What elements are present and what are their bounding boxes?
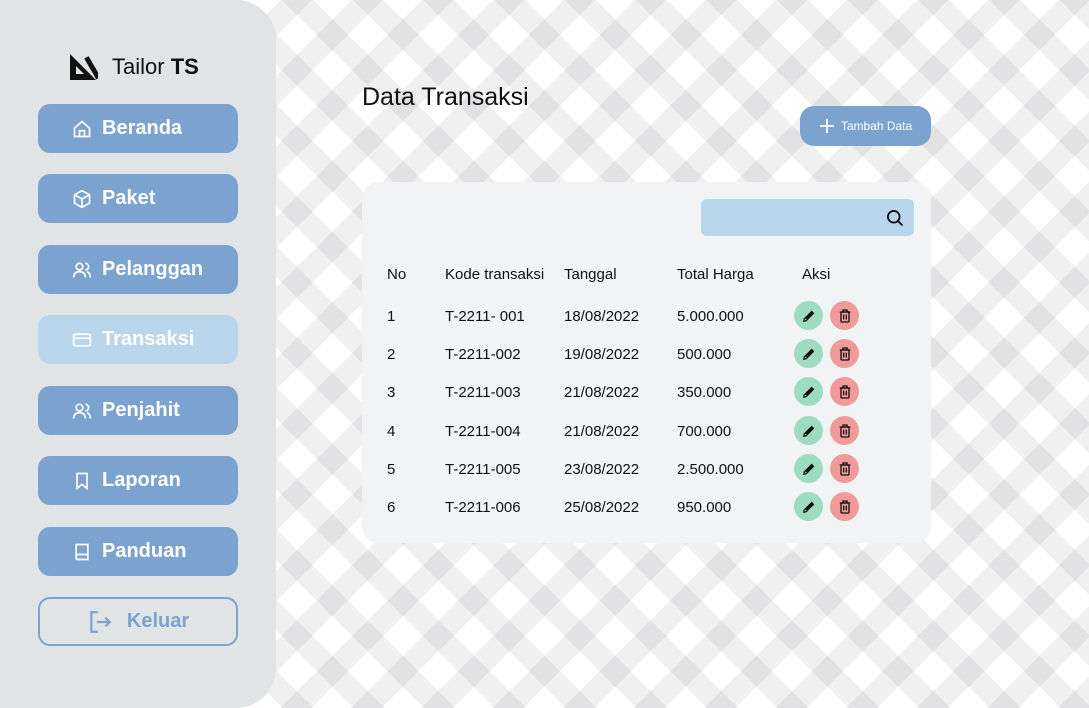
- brand[interactable]: Tailor TS: [68, 52, 199, 82]
- trash-icon: [839, 461, 850, 476]
- trash-icon: [839, 384, 850, 399]
- cell-kode: T-2211-005: [445, 461, 521, 478]
- users-icon: [72, 262, 92, 278]
- sidebar-item-pelanggan[interactable]: Pelanggan: [38, 245, 238, 294]
- sidebar-item-label: Penjahit: [102, 399, 180, 421]
- cell-no: 1: [387, 308, 396, 325]
- edit-button[interactable]: [794, 301, 823, 330]
- add-data-button[interactable]: Tambah Data: [800, 106, 931, 146]
- sidebar-item-label: Panduan: [102, 540, 187, 562]
- cell-tanggal: 18/08/2022: [564, 308, 640, 325]
- cell-total: 350.000: [677, 384, 732, 401]
- users-icon: [72, 403, 92, 419]
- pencil-icon: [802, 463, 814, 475]
- sidebar-item-panduan[interactable]: Panduan: [38, 527, 238, 576]
- sidebar-item-label: Paket: [102, 187, 156, 209]
- cell-kode: T-2211- 001: [445, 308, 525, 325]
- cell-tanggal: 21/08/2022: [564, 384, 640, 401]
- cell-total: 2.500.000: [677, 461, 744, 478]
- delete-button[interactable]: [830, 454, 859, 483]
- sidebar: Tailor TS Beranda Paket Pelanggan Transa…: [0, 0, 276, 708]
- transaction-panel: No Kode transaksi Tanggal Total Harga Ak…: [362, 182, 931, 543]
- cell-no: 6: [387, 499, 396, 516]
- cell-tanggal: 19/08/2022: [564, 346, 640, 363]
- plus-icon: [819, 119, 834, 133]
- trash-icon: [839, 346, 850, 361]
- sidebar-item-label: Laporan: [102, 469, 181, 491]
- cell-no: 3: [387, 384, 396, 401]
- cell-kode: T-2211-003: [445, 384, 521, 401]
- sidebar-item-label: Pelanggan: [102, 258, 204, 280]
- logout-label: Keluar: [126, 610, 190, 632]
- cell-no: 4: [387, 423, 396, 440]
- card-icon: [72, 332, 92, 347]
- pencil-icon: [802, 310, 814, 322]
- search-box[interactable]: [701, 199, 914, 238]
- edit-button[interactable]: [794, 454, 823, 483]
- edit-button[interactable]: [794, 492, 823, 521]
- edit-button[interactable]: [794, 416, 823, 445]
- trash-icon: [839, 499, 850, 514]
- sidebar-item-laporan[interactable]: Laporan: [38, 456, 238, 505]
- delete-button[interactable]: [830, 492, 859, 521]
- cell-no: 5: [387, 461, 396, 478]
- column-header-total: Total Harga: [677, 266, 754, 283]
- book-icon: [75, 543, 89, 560]
- home-icon: [73, 119, 91, 137]
- pencil-icon: [802, 386, 814, 398]
- cell-tanggal: 23/08/2022: [564, 461, 640, 478]
- pencil-icon: [802, 425, 814, 437]
- pencil-icon: [802, 501, 814, 513]
- sidebar-item-label: Transaksi: [102, 328, 195, 350]
- logout-button[interactable]: Keluar: [38, 597, 238, 646]
- search-input[interactable]: [709, 199, 883, 238]
- cell-total: 500.000: [677, 346, 732, 363]
- bookmark-icon: [76, 472, 88, 490]
- delete-button[interactable]: [830, 377, 859, 406]
- cell-total: 5.000.000: [677, 308, 744, 325]
- ruler-triangle-icon: [70, 54, 98, 80]
- package-icon: [73, 189, 91, 208]
- sidebar-item-transaksi[interactable]: Transaksi: [38, 315, 238, 364]
- page-title: Data Transaksi: [362, 83, 529, 111]
- column-header-aksi: Aksi: [802, 266, 831, 283]
- column-header-kode: Kode transaksi: [445, 266, 545, 283]
- sidebar-item-label: Beranda: [102, 117, 183, 139]
- trash-icon: [839, 423, 850, 438]
- logout-icon: [90, 610, 112, 633]
- pencil-icon: [802, 348, 814, 360]
- delete-button[interactable]: [830, 339, 859, 368]
- edit-button[interactable]: [794, 377, 823, 406]
- search-icon[interactable]: [885, 208, 905, 228]
- sidebar-item-paket[interactable]: Paket: [38, 174, 238, 223]
- cell-kode: T-2211-006: [445, 499, 521, 516]
- delete-button[interactable]: [830, 301, 859, 330]
- add-data-label: Tambah Data: [840, 119, 913, 133]
- cell-tanggal: 25/08/2022: [564, 499, 640, 516]
- trash-icon: [839, 308, 850, 323]
- cell-no: 2: [387, 346, 396, 363]
- cell-total: 950.000: [677, 499, 732, 516]
- cell-total: 700.000: [677, 423, 732, 440]
- edit-button[interactable]: [794, 339, 823, 368]
- sidebar-item-beranda[interactable]: Beranda: [38, 104, 238, 153]
- cell-kode: T-2211-004: [445, 423, 521, 440]
- cell-kode: T-2211-002: [445, 346, 521, 363]
- brand-name: Tailor TS: [112, 54, 199, 79]
- column-header-tanggal: Tanggal: [564, 266, 617, 283]
- cell-tanggal: 21/08/2022: [564, 423, 640, 440]
- sidebar-item-penjahit[interactable]: Penjahit: [38, 386, 238, 435]
- column-header-no: No: [387, 266, 407, 283]
- delete-button[interactable]: [830, 416, 859, 445]
